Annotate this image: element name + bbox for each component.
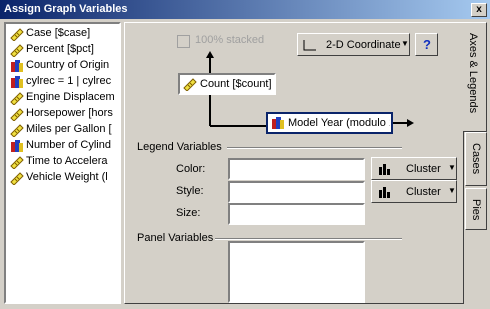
bar-chart-icon: [379, 164, 390, 175]
variable-list[interactable]: Case [$case] Percent [$pct] Country of O…: [4, 22, 121, 304]
color-cluster-dropdown[interactable]: Cluster ▼: [371, 157, 457, 180]
variable-item[interactable]: Miles per Gallon [: [8, 122, 119, 138]
size-drop-zone[interactable]: [228, 203, 365, 225]
close-icon: x: [476, 4, 482, 15]
panel-variables-drop-zone[interactable]: [228, 241, 365, 303]
ruler-icon: [10, 124, 24, 137]
variable-item[interactable]: Time to Accelera: [8, 154, 119, 170]
style-cluster-dropdown[interactable]: Cluster ▼: [371, 180, 457, 203]
panel-variables-heading: Panel Variables: [137, 232, 214, 244]
style-label: Style:: [176, 185, 204, 197]
nominal-icon: [272, 117, 284, 129]
variable-item[interactable]: Vehicle Weight (l: [8, 170, 119, 186]
variable-item[interactable]: Engine Displacem: [8, 90, 119, 106]
legend-group-divider: [227, 147, 402, 149]
panel-group-divider: [215, 238, 402, 240]
size-label: Size:: [176, 207, 201, 219]
window-title: Assign Graph Variables: [4, 3, 128, 15]
chevron-down-icon: ▼: [448, 163, 456, 172]
tab-pies[interactable]: Pies: [465, 188, 487, 230]
chevron-down-icon: ▼: [448, 186, 456, 195]
variable-item[interactable]: Horsepower [hors: [8, 106, 119, 122]
variable-item[interactable]: Case [$case]: [8, 26, 119, 42]
ruler-icon: [10, 44, 24, 57]
x-axis-variable: Model Year (modulo 1: [288, 117, 390, 129]
style-drop-zone[interactable]: [228, 181, 365, 203]
color-drop-zone[interactable]: [228, 158, 365, 180]
bar-chart-icon: [379, 187, 390, 198]
ruler-icon: [10, 108, 24, 121]
ruler-icon: [10, 156, 24, 169]
title-bar: Assign Graph Variables x: [0, 0, 490, 19]
ruler-icon: [10, 28, 24, 41]
y-axis-drop-zone[interactable]: Count [$count]: [178, 73, 276, 95]
tab-cases[interactable]: Cases: [465, 132, 487, 186]
y-axis-variable: Count [$count]: [200, 78, 272, 90]
assign-graph-variables-window: Assign Graph Variables x Case [$case] Pe…: [0, 0, 490, 309]
close-button[interactable]: x: [471, 3, 487, 17]
variable-item[interactable]: Country of Origin: [8, 58, 119, 74]
tab-axes-legends[interactable]: Axes & Legends: [463, 22, 487, 132]
x-axis-drop-zone[interactable]: Model Year (modulo 1: [266, 112, 393, 134]
legend-variables-heading: Legend Variables: [137, 141, 222, 153]
nominal-icon: [11, 60, 23, 72]
color-label: Color:: [176, 163, 206, 175]
variable-item[interactable]: Number of Cylind: [8, 138, 119, 154]
axes-legends-panel: 100% stacked 2-D Coordinate ▼ ? Count [$…: [124, 22, 464, 304]
nominal-icon: [11, 140, 23, 152]
ruler-icon: [10, 92, 24, 105]
ruler-icon: [183, 78, 197, 91]
variable-item[interactable]: Percent [$pct]: [8, 42, 119, 58]
ruler-icon: [10, 172, 24, 185]
nominal-icon: [11, 76, 23, 88]
variable-item[interactable]: cylrec = 1 | cylrec: [8, 74, 119, 90]
